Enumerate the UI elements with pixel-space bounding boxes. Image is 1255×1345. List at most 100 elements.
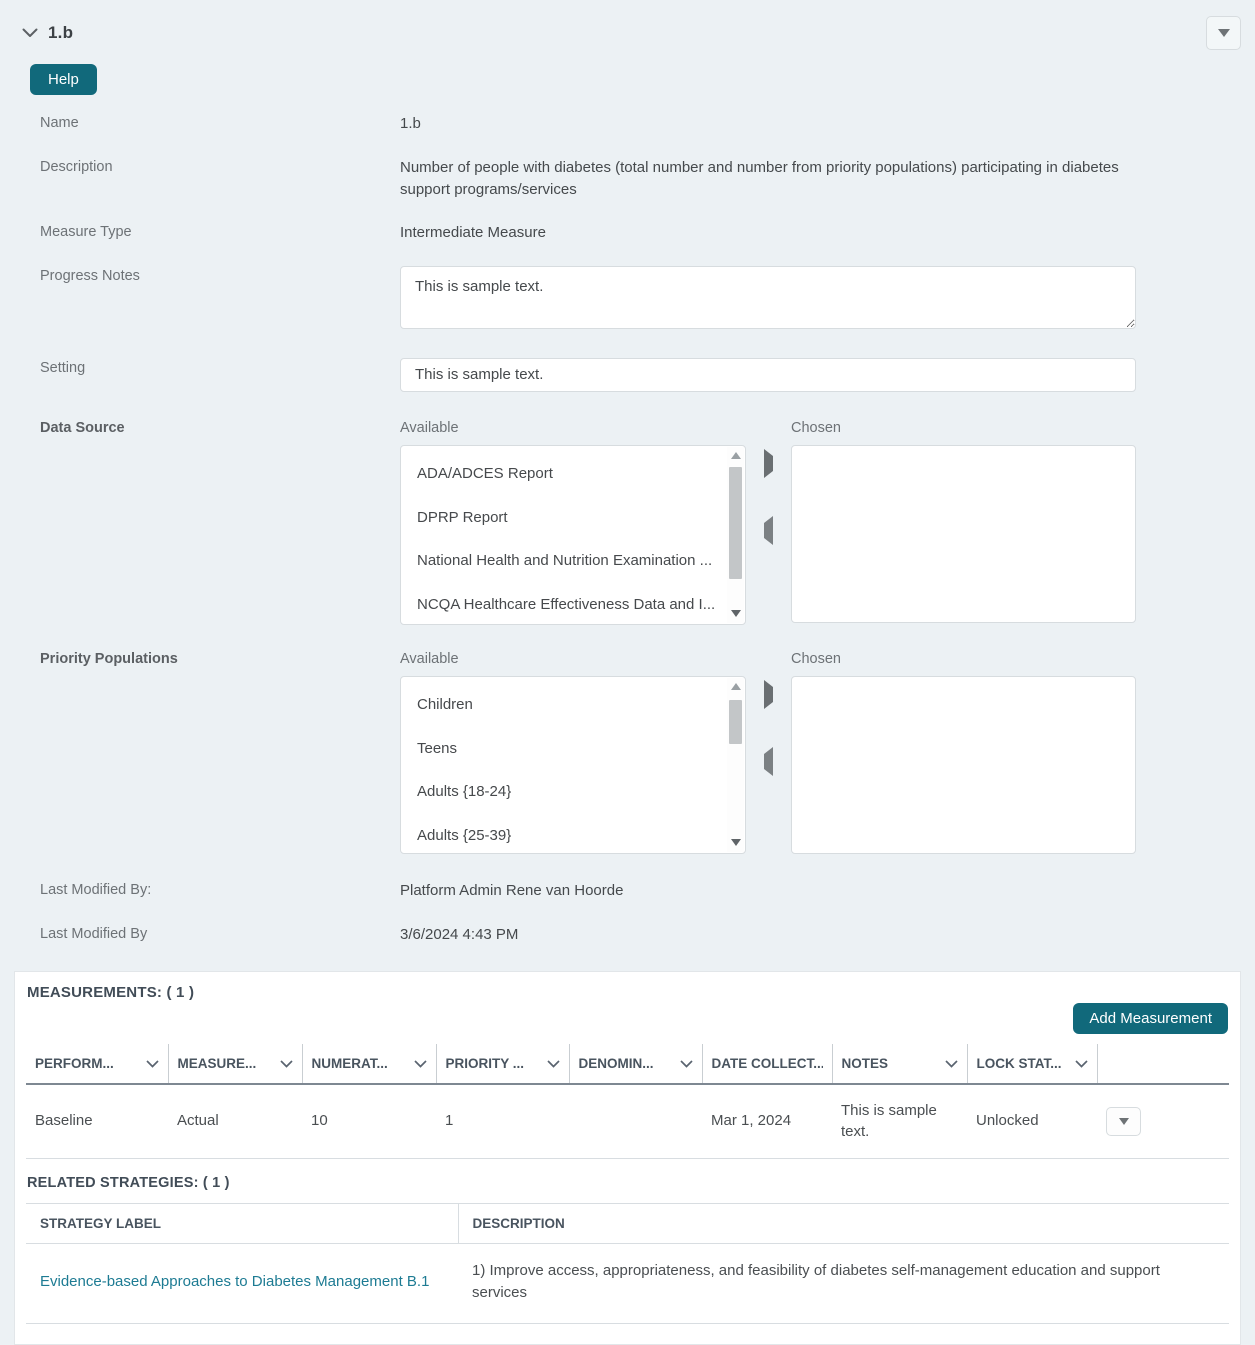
list-item[interactable]: Teens xyxy=(401,727,727,771)
data-source-available-label: Available xyxy=(400,418,746,439)
column-header-date-collected[interactable]: DATE COLLECT... xyxy=(702,1044,832,1084)
column-header-strategy-label: STRATEGY LABEL xyxy=(26,1203,458,1243)
column-header-description: DESCRIPTION xyxy=(458,1203,1229,1243)
form-row-progress-notes: Progress Notes This is sample text. xyxy=(14,266,1241,336)
form-row-setting: Setting xyxy=(14,358,1241,392)
column-header-actions xyxy=(1097,1044,1229,1084)
data-source-chosen-label: Chosen xyxy=(791,418,1136,439)
list-item[interactable]: DPRP Report xyxy=(401,496,727,540)
setting-input[interactable] xyxy=(400,358,1136,392)
description-label: Description xyxy=(14,157,400,175)
form-row-measure-type: Measure Type Intermediate Measure xyxy=(14,222,1241,244)
description-value: Number of people with diabetes (total nu… xyxy=(400,157,1136,201)
column-header-denominator[interactable]: DENOMIN... xyxy=(569,1044,702,1084)
sort-chevron-icon xyxy=(680,1060,693,1068)
priority-populations-available-listbox[interactable]: Children Teens Adults {18-24} Adults {25… xyxy=(400,676,746,854)
cell-measure: Actual xyxy=(168,1084,302,1158)
form-row-description: Description Number of people with diabet… xyxy=(14,157,1241,201)
section-header: 1.b xyxy=(20,16,1241,50)
name-value: 1.b xyxy=(400,113,1136,135)
measurements-table: PERFORM... MEASURE... NUMERAT... PRIORIT… xyxy=(26,1044,1229,1159)
strategy-row: Evidence-based Approaches to Diabetes Ma… xyxy=(26,1243,1229,1324)
cell-performance: Baseline xyxy=(26,1084,168,1158)
data-source-label: Data Source xyxy=(14,418,400,436)
scroll-up-icon[interactable] xyxy=(727,678,744,696)
column-header-numerator[interactable]: NUMERAT... xyxy=(302,1044,436,1084)
scroll-up-icon[interactable] xyxy=(727,447,744,465)
arrow-right-icon xyxy=(764,680,773,709)
list-item[interactable]: Children xyxy=(401,683,727,727)
arrow-left-icon xyxy=(764,747,773,776)
cell-lock-status: Unlocked xyxy=(967,1084,1097,1158)
column-header-lock-status[interactable]: LOCK STAT... xyxy=(967,1044,1097,1084)
list-item[interactable]: NCQA Healthcare Effectiveness Data and I… xyxy=(401,583,727,625)
column-header-notes[interactable]: NOTES xyxy=(832,1044,967,1084)
sort-chevron-icon xyxy=(547,1060,560,1068)
sort-chevron-icon xyxy=(1075,1060,1088,1068)
last-modified-by-value: Platform Admin Rene van Hoorde xyxy=(400,880,1136,902)
strategy-link[interactable]: Evidence-based Approaches to Diabetes Ma… xyxy=(40,1273,429,1290)
form-row-last-modified-date: Last Modified By 3/6/2024 4:43 PM xyxy=(14,924,1241,946)
measurements-section-title: MEASUREMENTS: ( 1 ) xyxy=(15,972,1240,1001)
progress-notes-textarea[interactable]: This is sample text. xyxy=(400,266,1136,329)
list-item[interactable]: ADA/ADCES Report xyxy=(401,452,727,496)
priority-populations-available-label: Available xyxy=(400,649,746,670)
arrow-right-icon xyxy=(764,449,773,478)
caret-down-icon xyxy=(1218,29,1230,37)
page-title: 1.b xyxy=(48,23,73,43)
caret-down-icon xyxy=(1119,1118,1129,1125)
scroll-down-icon[interactable] xyxy=(727,605,744,623)
sort-chevron-icon xyxy=(945,1060,958,1068)
measure-type-label: Measure Type xyxy=(14,222,400,240)
section-menu-button[interactable] xyxy=(1206,16,1241,50)
column-header-performance[interactable]: PERFORM... xyxy=(26,1044,168,1084)
move-left-button[interactable] xyxy=(758,748,779,775)
sort-chevron-icon xyxy=(146,1060,159,1068)
cell-notes: This is sample text. xyxy=(832,1084,967,1158)
last-modified-date-label: Last Modified By xyxy=(14,924,400,942)
data-source-available-listbox[interactable]: ADA/ADCES Report DPRP Report National He… xyxy=(400,445,746,625)
cell-priority: 1 xyxy=(436,1084,569,1158)
last-modified-by-label: Last Modified By: xyxy=(14,880,400,898)
sort-chevron-icon xyxy=(414,1060,427,1068)
measure-type-value: Intermediate Measure xyxy=(400,222,1136,244)
list-item[interactable]: National Health and Nutrition Examinatio… xyxy=(401,539,727,583)
priority-populations-chosen-listbox[interactable] xyxy=(791,676,1136,854)
list-item[interactable]: Adults {25-39} xyxy=(401,814,727,854)
cell-denominator xyxy=(569,1084,702,1158)
scrollbar-thumb[interactable] xyxy=(729,467,742,579)
form-row-data-source: Data Source Available ADA/ADCES Report D… xyxy=(14,418,1241,625)
related-strategies-table: STRATEGY LABEL DESCRIPTION Evidence-base… xyxy=(26,1203,1229,1325)
name-label: Name xyxy=(14,113,400,131)
scroll-down-icon[interactable] xyxy=(727,834,744,852)
data-source-chosen-listbox[interactable] xyxy=(791,445,1136,623)
collapse-chevron-icon[interactable] xyxy=(20,23,40,43)
setting-label: Setting xyxy=(14,358,400,376)
sort-chevron-icon xyxy=(280,1060,293,1068)
move-right-button[interactable] xyxy=(758,681,779,708)
form-row-last-modified-by: Last Modified By: Platform Admin Rene va… xyxy=(14,880,1241,902)
help-button[interactable]: Help xyxy=(30,64,97,95)
list-item[interactable]: Adults {18-24} xyxy=(401,770,727,814)
move-right-button[interactable] xyxy=(758,450,779,477)
scrollbar-thumb[interactable] xyxy=(729,700,742,744)
form-row-name: Name 1.b xyxy=(14,113,1241,135)
related-strategies-section-title: RELATED STRATEGIES: ( 1 ) xyxy=(15,1159,1240,1203)
priority-populations-label: Priority Populations xyxy=(14,649,400,667)
cell-date-collected: Mar 1, 2024 xyxy=(702,1084,832,1158)
column-header-measure[interactable]: MEASURE... xyxy=(168,1044,302,1084)
row-menu-button[interactable] xyxy=(1106,1107,1141,1136)
column-header-priority[interactable]: PRIORITY ... xyxy=(436,1044,569,1084)
priority-populations-chosen-label: Chosen xyxy=(791,649,1136,670)
scrollbar[interactable] xyxy=(727,678,744,852)
page: 1.b Help Name 1.b Description Number of … xyxy=(0,0,1255,1345)
cell-strategy-description: 1) Improve access, appropriateness, and … xyxy=(458,1243,1229,1324)
last-modified-date-value: 3/6/2024 4:43 PM xyxy=(400,924,1136,946)
form-row-priority-populations: Priority Populations Available Children … xyxy=(14,649,1241,854)
move-left-button[interactable] xyxy=(758,517,779,544)
cell-numerator: 10 xyxy=(302,1084,436,1158)
add-measurement-button[interactable]: Add Measurement xyxy=(1073,1003,1228,1034)
measurement-row: Baseline Actual 10 1 Mar 1, 2024 This is… xyxy=(26,1084,1229,1158)
measurements-panel: MEASUREMENTS: ( 1 ) Add Measurement PERF… xyxy=(14,971,1241,1345)
scrollbar[interactable] xyxy=(727,447,744,623)
